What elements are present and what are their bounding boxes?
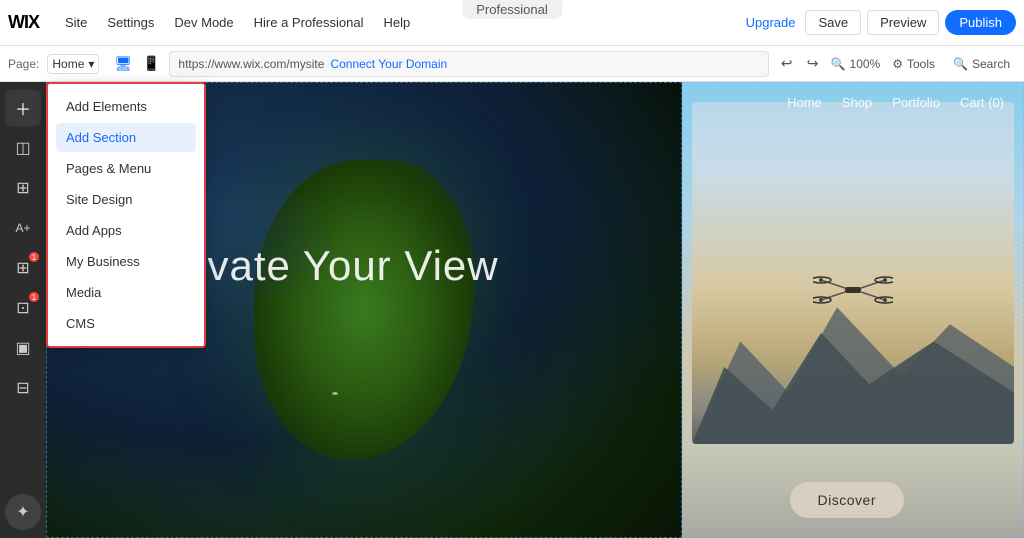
url-bar: https://www.wix.com/mysite Connect Your … xyxy=(169,51,768,77)
drone-image xyxy=(692,102,1014,444)
cms-icon: ⊟ xyxy=(16,378,29,398)
tools-icon: ⚙ xyxy=(892,57,903,71)
media-icon: ▣ xyxy=(15,338,30,358)
zoom-level: 100% xyxy=(850,57,881,71)
page-selector[interactable]: Home ▾ xyxy=(47,54,99,74)
apps-icon: ⊞ xyxy=(16,258,29,278)
chevron-down-icon: ▾ xyxy=(88,57,94,71)
panel-menu-add-elements[interactable]: Add Elements xyxy=(56,92,196,121)
panel-menu-pages-menu[interactable]: Pages & Menu xyxy=(56,154,196,183)
nav-devmode[interactable]: Dev Mode xyxy=(164,15,243,30)
nav-site[interactable]: Site xyxy=(55,15,97,30)
page-name: Home xyxy=(52,57,84,71)
business-badge: 1 xyxy=(29,292,39,302)
sidebar-cms-icon[interactable]: ⊟ xyxy=(5,370,41,406)
sidebar-pages-icon[interactable]: ⊞ xyxy=(5,170,41,206)
design-icon: A+ xyxy=(15,221,30,235)
panel-menu-add-apps[interactable]: Add Apps xyxy=(56,216,196,245)
sidebar-theme-icon[interactable]: ◫ xyxy=(5,130,41,166)
publish-button[interactable]: Publish xyxy=(945,10,1016,35)
search-button[interactable]: 🔍 Search xyxy=(947,55,1016,73)
sparkle-icon: ✦ xyxy=(16,502,29,522)
panel-menu-add-section[interactable]: Add Section xyxy=(56,123,196,152)
preview-button[interactable]: Preview xyxy=(867,10,939,35)
search-icon: 🔍 xyxy=(953,57,968,71)
panel-menu-cms[interactable]: CMS xyxy=(56,309,196,338)
nav-help[interactable]: Help xyxy=(373,15,420,30)
site-nav-home[interactable]: Home xyxy=(787,95,822,110)
right-section: Discover xyxy=(682,82,1024,538)
panel-menu: Add Elements Add Section Pages & Menu Si… xyxy=(46,82,206,348)
redo-button[interactable]: ↪ xyxy=(801,52,825,76)
panel-menu-media[interactable]: Media xyxy=(56,278,196,307)
theme-icon: ◫ xyxy=(15,138,30,158)
tools-label: Tools xyxy=(907,57,935,71)
url-text: https://www.wix.com/mysite xyxy=(178,57,324,71)
save-button[interactable]: Save xyxy=(805,10,861,35)
main-area: ＋ ◫ ⊞ A+ ⊞ 1 ⊡ 1 ▣ ⊟ ✦ Add Elements xyxy=(0,82,1024,538)
undo-redo-group: ↩ ↪ xyxy=(775,52,825,76)
search-label: Search xyxy=(972,57,1010,71)
upgrade-button[interactable]: Upgrade xyxy=(736,15,806,30)
view-toggle: 🖥 📱 xyxy=(111,52,163,76)
plus-icon: ＋ xyxy=(15,96,31,120)
sidebar-media-icon[interactable]: ▣ xyxy=(5,330,41,366)
sidebar-business-icon[interactable]: ⊡ 1 xyxy=(5,290,41,326)
zoom-icon: 🔍 xyxy=(831,57,846,71)
site-nav-cart[interactable]: Cart (0) xyxy=(960,95,1004,110)
business-icon: ⊡ xyxy=(16,298,29,318)
desktop-view-icon[interactable]: 🖥 xyxy=(111,52,135,76)
panel-menu-my-business[interactable]: My Business xyxy=(56,247,196,276)
mobile-view-icon[interactable]: 📱 xyxy=(139,52,163,76)
left-sidebar: ＋ ◫ ⊞ A+ ⊞ 1 ⊡ 1 ▣ ⊟ ✦ xyxy=(0,82,46,538)
apps-badge: 1 xyxy=(29,252,39,262)
connect-domain-link[interactable]: Connect Your Domain xyxy=(330,57,447,71)
second-navbar: Page: Home ▾ 🖥 📱 https://www.wix.com/mys… xyxy=(0,46,1024,82)
zoom-control[interactable]: 🔍 100% xyxy=(831,57,881,71)
sidebar-add-icon[interactable]: ＋ xyxy=(5,90,41,126)
site-nav-portfolio[interactable]: Portfolio xyxy=(892,95,940,110)
nav-settings[interactable]: Settings xyxy=(97,15,164,30)
professional-badge: Professional xyxy=(462,0,562,19)
discover-button[interactable]: Discover xyxy=(790,482,904,518)
sidebar-design-icon[interactable]: A+ xyxy=(5,210,41,246)
site-nav-shop[interactable]: Shop xyxy=(842,95,872,110)
sidebar-apps-icon[interactable]: ⊞ 1 xyxy=(5,250,41,286)
wix-logo: WIX xyxy=(8,12,39,33)
page-label: Page: xyxy=(8,57,39,71)
help-assistant-icon[interactable]: ✦ xyxy=(5,494,41,530)
undo-button[interactable]: ↩ xyxy=(775,52,799,76)
tools-button[interactable]: ⚙ Tools xyxy=(886,55,941,73)
nav-hire[interactable]: Hire a Professional xyxy=(244,15,374,30)
panel-menu-site-design[interactable]: Site Design xyxy=(56,185,196,214)
pages-icon: ⊞ xyxy=(16,178,29,198)
drone-illustration xyxy=(813,270,893,310)
